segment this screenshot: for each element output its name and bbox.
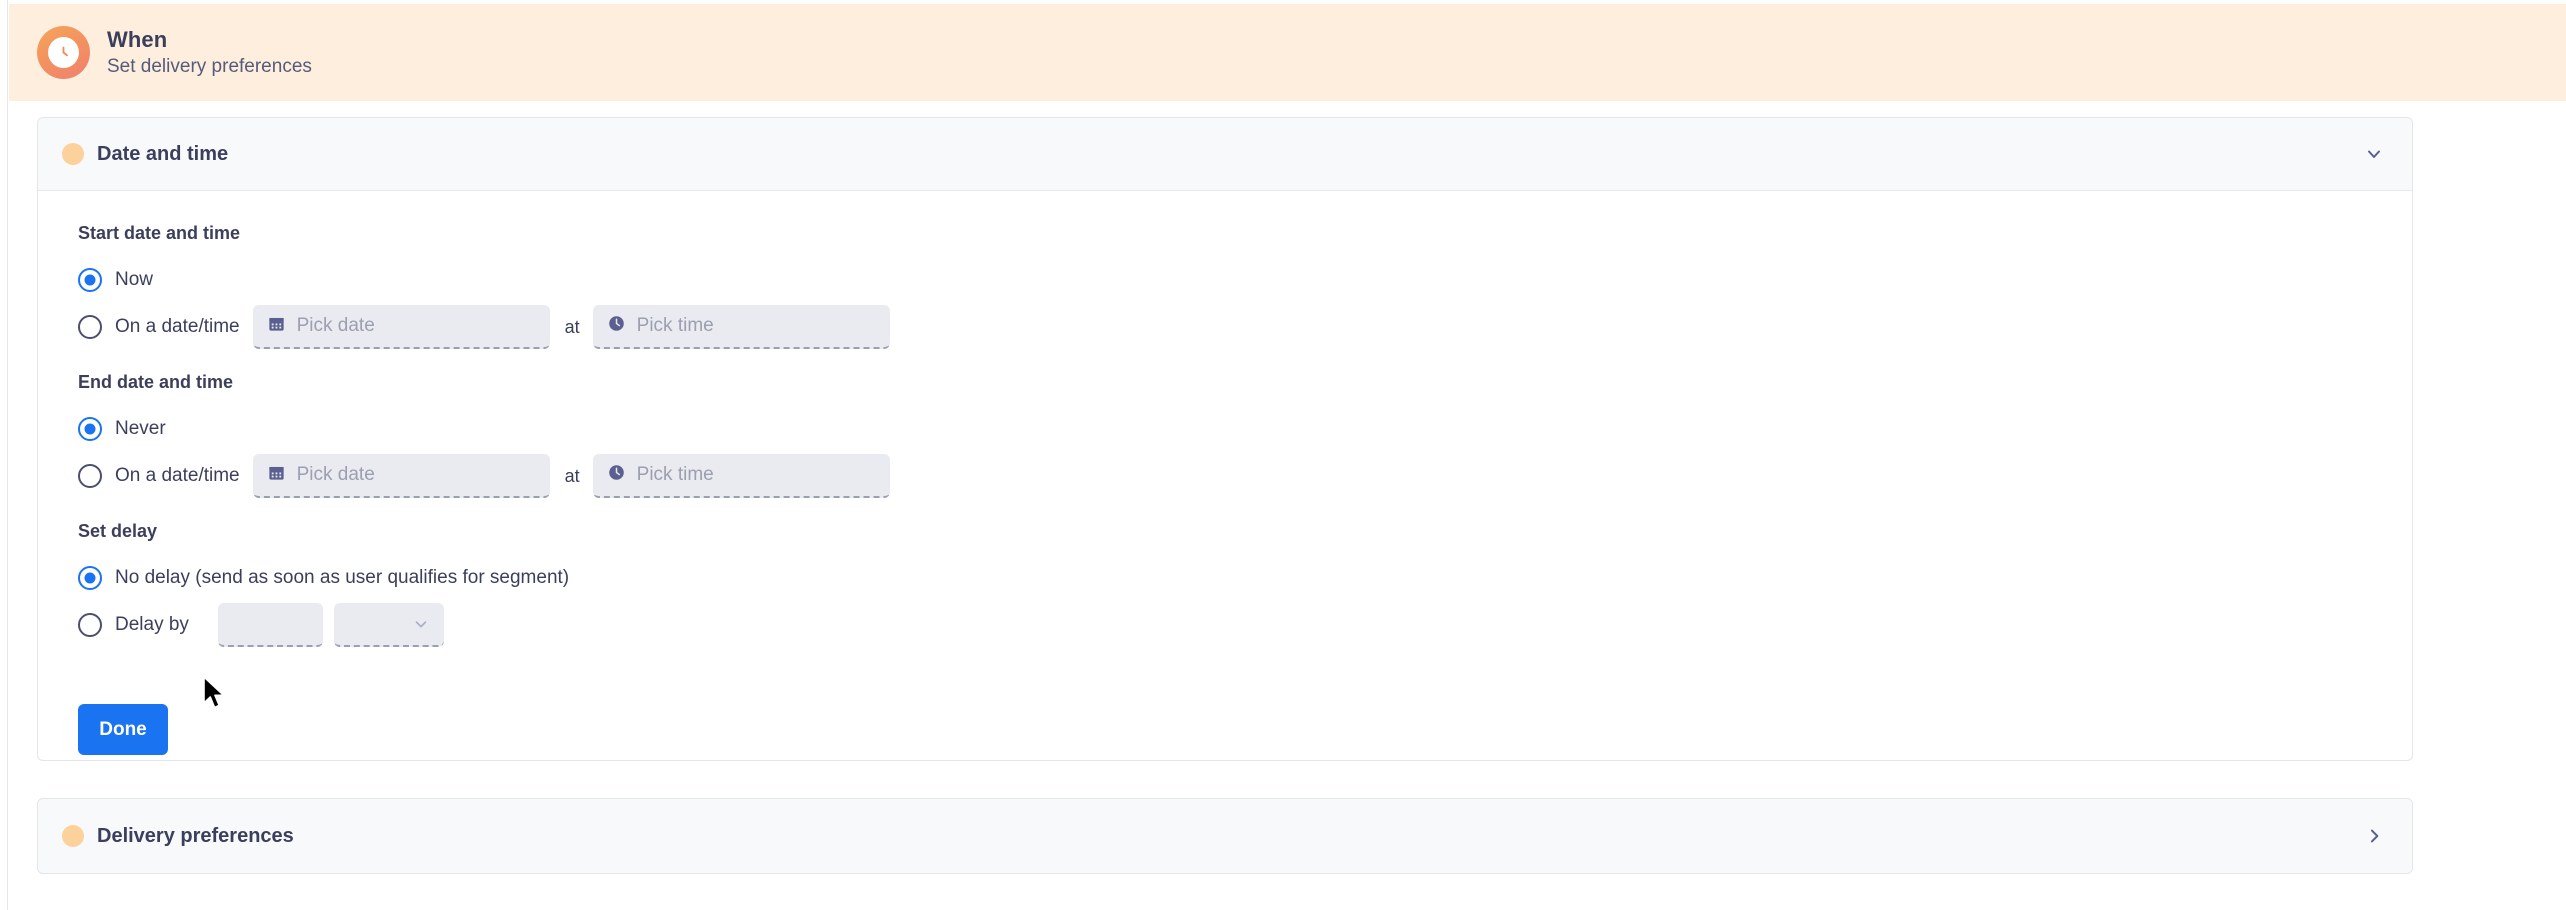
- radio-delay-by-label: Delay by: [115, 614, 189, 635]
- delivery-preferences-title: Delivery preferences: [97, 824, 294, 847]
- end-option-ondate-row[interactable]: On a date/time Pick date at Pick time: [78, 454, 2412, 498]
- calendar-icon: [267, 314, 286, 338]
- start-date-placeholder: Pick date: [296, 315, 375, 336]
- chevron-down-icon[interactable]: [412, 615, 430, 633]
- start-date-label: Start date and time: [78, 223, 241, 243]
- start-time-placeholder: Pick time: [636, 315, 714, 336]
- radio-end-never-label: Never: [115, 418, 166, 439]
- end-option-never-row[interactable]: Never: [78, 410, 2412, 448]
- set-delay-label: Set delay: [78, 521, 158, 541]
- start-option-ondate-row[interactable]: On a date/time Pick date at Pick time: [78, 305, 2412, 349]
- delay-option-none-row[interactable]: No delay (send as soon as user qualifies…: [78, 559, 2412, 597]
- section-bullet-icon: [62, 825, 84, 847]
- date-and-time-body: Start date and time Now On a date/time P…: [38, 191, 2412, 755]
- start-at-separator: at: [564, 316, 580, 337]
- when-step-screen: When Set delivery preferences Date and t…: [0, 0, 2566, 910]
- done-button[interactable]: Done: [78, 704, 168, 755]
- start-date-group: Start date and time Now On a date/time P…: [78, 223, 2412, 349]
- clock-icon: [37, 26, 90, 79]
- page-title: When: [107, 27, 168, 53]
- end-at-separator: at: [564, 465, 580, 486]
- end-date-label: End date and time: [78, 372, 234, 392]
- date-and-time-header[interactable]: Date and time: [38, 118, 2412, 191]
- start-option-now-row[interactable]: Now: [78, 261, 2412, 299]
- radio-end-never[interactable]: [78, 417, 102, 441]
- end-time-input[interactable]: Pick time: [592, 454, 890, 498]
- end-time-placeholder: Pick time: [636, 464, 714, 485]
- delay-amount-input[interactable]: [217, 603, 323, 647]
- radio-start-now[interactable]: [78, 268, 102, 292]
- radio-start-on-date-label: On a date/time: [115, 316, 240, 337]
- chevron-down-icon[interactable]: [2364, 144, 2384, 164]
- section-bullet-icon: [62, 143, 84, 165]
- delay-option-by-row[interactable]: Delay by: [78, 603, 2412, 647]
- page-subtitle: Set delivery preferences: [107, 55, 312, 77]
- chevron-right-icon[interactable]: [2364, 826, 2384, 846]
- clock-icon-face: [48, 37, 79, 68]
- when-text-block: When Set delivery preferences: [107, 27, 312, 77]
- end-date-input[interactable]: Pick date: [252, 454, 550, 498]
- radio-delay-by[interactable]: [78, 613, 102, 637]
- start-time-input[interactable]: Pick time: [592, 305, 890, 349]
- start-date-input[interactable]: Pick date: [252, 305, 550, 349]
- calendar-icon: [267, 463, 286, 487]
- radio-start-on-date[interactable]: [78, 315, 102, 339]
- radio-end-on-date-label: On a date/time: [115, 465, 240, 486]
- clock-icon: [607, 314, 626, 338]
- delay-unit-select[interactable]: [333, 603, 444, 647]
- radio-start-now-label: Now: [115, 269, 154, 290]
- clock-icon: [607, 463, 626, 487]
- radio-end-on-date[interactable]: [78, 464, 102, 488]
- date-and-time-title: Date and time: [97, 142, 229, 165]
- delivery-preferences-card[interactable]: Delivery preferences: [37, 798, 2413, 874]
- radio-no-delay-label: No delay (send as soon as user qualifies…: [115, 567, 570, 588]
- left-rail: [0, 0, 8, 910]
- set-delay-group: Set delay No delay (send as soon as user…: [78, 521, 2412, 647]
- end-date-placeholder: Pick date: [296, 464, 375, 485]
- end-date-group: End date and time Never On a date/time P…: [78, 372, 2412, 498]
- radio-no-delay[interactable]: [78, 566, 102, 590]
- when-banner: When Set delivery preferences: [9, 4, 2566, 101]
- date-and-time-card: Date and time Start date and time Now On…: [37, 117, 2413, 761]
- delivery-preferences-header[interactable]: Delivery preferences: [38, 799, 2412, 873]
